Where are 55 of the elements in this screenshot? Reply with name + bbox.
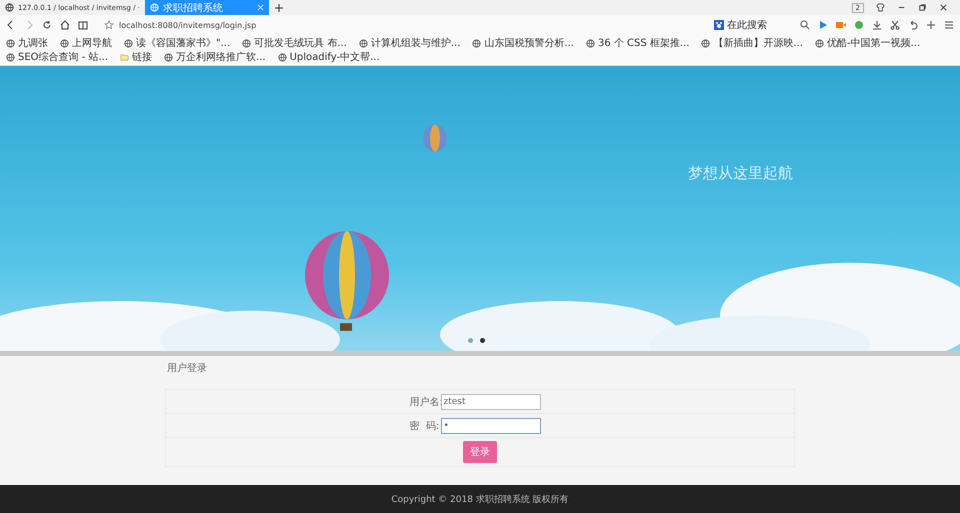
globe-icon	[124, 38, 133, 48]
video-camera-icon[interactable]	[836, 20, 846, 30]
chat-icon[interactable]	[854, 20, 864, 30]
globe-icon	[814, 38, 824, 48]
globe-icon	[242, 38, 252, 48]
globe-icon	[701, 38, 710, 48]
undo-icon[interactable]	[908, 20, 918, 30]
password-field[interactable]: •	[440, 418, 540, 434]
field-label: 密 码:	[410, 420, 438, 432]
plus-icon[interactable]	[926, 20, 936, 30]
home-icon[interactable]	[60, 20, 70, 30]
globe-icon	[472, 38, 482, 48]
folder-icon	[120, 52, 130, 62]
address-bar[interactable]: localhost:8080/invitemsg/login.jsp	[96, 17, 706, 33]
new-tab-icon[interactable]	[274, 2, 284, 12]
bookmark-link[interactable]: 九调张	[18, 36, 48, 50]
menu-icon[interactable]	[944, 20, 954, 30]
banner-slogan: 梦想从这里起航	[688, 164, 793, 183]
login-title: 用户登录	[167, 362, 208, 375]
search-field[interactable]: 在此搜索	[727, 20, 797, 30]
bookmark-link[interactable]: 链接	[132, 50, 152, 64]
globe-icon	[150, 3, 159, 12]
bookmark-link[interactable]: Uploadify-中文帮...	[290, 50, 380, 64]
bookmark-link[interactable]: 36 个 CSS 框架推...	[598, 36, 690, 50]
carousel-dot[interactable]	[480, 338, 485, 343]
bookmark-link[interactable]: 万企利网络推广软...	[176, 50, 266, 64]
carousel-dot[interactable]	[468, 338, 473, 343]
bookmark-link[interactable]: 计算机组装与维护...	[370, 36, 460, 50]
bookmark-link[interactable]: SEO综合查询 - 站...	[18, 50, 108, 64]
scissors-icon[interactable]	[890, 20, 900, 30]
globe-icon	[164, 52, 174, 62]
globe-icon	[6, 52, 15, 62]
globe-icon	[358, 38, 368, 48]
star-icon[interactable]	[104, 20, 114, 30]
globe-icon	[278, 52, 287, 62]
restore-icon[interactable]	[918, 3, 927, 12]
reload-icon[interactable]	[42, 20, 52, 30]
globe-icon	[5, 3, 14, 12]
copyright-text: Copyright © 2018 求职招聘系统 版权所有	[391, 494, 569, 506]
bookmark-link[interactable]: 【新插曲】开源映...	[713, 36, 803, 50]
globe-icon	[6, 38, 15, 48]
bookmark-link[interactable]: 上网导航	[72, 36, 112, 50]
bookmark-link[interactable]: 读《容国藩家书》"...	[136, 36, 230, 50]
paw-icon	[714, 20, 724, 30]
download-icon[interactable]	[872, 20, 882, 30]
globe-icon	[60, 38, 69, 48]
shirt-icon[interactable]	[876, 3, 885, 12]
close-icon[interactable]	[939, 3, 948, 12]
bookmark-link[interactable]: 山东国税预警分析...	[484, 36, 574, 50]
globe-icon	[586, 38, 595, 48]
search-icon[interactable]	[800, 20, 810, 30]
play-icon[interactable]	[818, 20, 828, 30]
bookmark-link[interactable]: 优酷-中国第一视频...	[826, 36, 920, 50]
bookmark-link[interactable]: 可批发毛绒玩具 布...	[254, 36, 347, 50]
book-icon[interactable]	[78, 20, 88, 30]
